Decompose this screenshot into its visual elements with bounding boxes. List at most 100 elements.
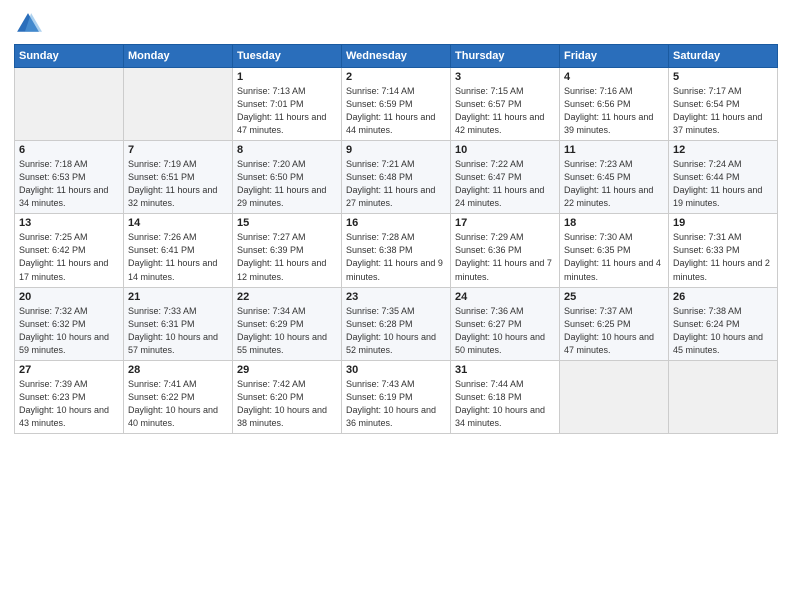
calendar-cell: 27 Sunrise: 7:39 AMSunset: 6:23 PMDayligh… xyxy=(15,360,124,433)
calendar-header-tuesday: Tuesday xyxy=(233,45,342,68)
calendar-header-monday: Monday xyxy=(124,45,233,68)
day-number: 6 xyxy=(19,144,119,156)
day-info: Sunrise: 7:27 AMSunset: 6:39 PMDaylight:… xyxy=(237,231,337,283)
calendar-cell: 2Sunrise: 7:14 AMSunset: 6:59 PMDaylight… xyxy=(342,68,451,141)
calendar-header-wednesday: Wednesday xyxy=(342,45,451,68)
calendar-cell: 24Sunrise: 7:36 AMSunset: 6:27 PMDayligh… xyxy=(451,287,560,360)
day-number: 10 xyxy=(455,144,555,156)
day-info: Sunrise: 7:23 AMSunset: 6:45 PMDaylight:… xyxy=(564,158,664,210)
day-number: 14 xyxy=(128,217,228,229)
calendar-cell: 23 Sunrise: 7:35 AMSunset: 6:28 PMDayligh… xyxy=(342,287,451,360)
logo-icon xyxy=(14,10,42,38)
day-info: Sunrise: 7:33 AMSunset: 6:31 PMDaylight:… xyxy=(128,305,228,357)
day-number: 26 xyxy=(673,291,773,303)
day-number: 16 xyxy=(346,217,446,229)
day-number: 2 xyxy=(346,71,446,83)
day-info: Sunrise: 7:35 AMSunset: 6:28 PMDaylight:… xyxy=(346,305,446,357)
day-number: 15 xyxy=(237,217,337,229)
day-number: 3 xyxy=(455,71,555,83)
day-info: Sunrise: 7:17 AMSunset: 6:54 PMDaylight:… xyxy=(673,85,773,137)
day-info: Sunrise: 7:41 AMSunset: 6:22 PMDaylight:… xyxy=(128,378,228,430)
day-number: 5 xyxy=(673,71,773,83)
day-info: Sunrise: 7:38 AMSunset: 6:24 PMDaylight:… xyxy=(673,305,773,357)
day-info: Sunrise: 7:28 AMSunset: 6:38 PMDaylight:… xyxy=(346,231,446,283)
calendar-cell: 25 Sunrise: 7:37 AMSunset: 6:25 PMDayligh… xyxy=(560,287,669,360)
calendar-cell: 10 Sunrise: 7:22 AMSunset: 6:47 PMDayligh… xyxy=(451,141,560,214)
day-number: 4 xyxy=(564,71,664,83)
day-number: 11 xyxy=(564,144,664,156)
day-info: Sunrise: 7:29 AMSunset: 6:36 PMDaylight:… xyxy=(455,231,555,283)
day-number: 27 xyxy=(19,364,119,376)
calendar-cell: 31 Sunrise: 7:44 AMSunset: 6:18 PMDayligh… xyxy=(451,360,560,433)
day-info: Sunrise: 7:22 AMSunset: 6:47 PMDaylight:… xyxy=(455,158,555,210)
calendar-cell: 6Sunrise: 7:18 AMSunset: 6:53 PMDaylight… xyxy=(15,141,124,214)
day-number: 25 xyxy=(564,291,664,303)
calendar-cell: 3Sunrise: 7:15 AMSunset: 6:57 PMDaylight… xyxy=(451,68,560,141)
calendar-cell: 26 Sunrise: 7:38 AMSunset: 6:24 PMDayligh… xyxy=(669,287,778,360)
day-number: 23 xyxy=(346,291,446,303)
calendar-cell: 5 Sunrise: 7:17 AMSunset: 6:54 PMDaylight… xyxy=(669,68,778,141)
calendar-week-row: 6Sunrise: 7:18 AMSunset: 6:53 PMDaylight… xyxy=(15,141,778,214)
calendar-cell: 12 Sunrise: 7:24 AMSunset: 6:44 PMDayligh… xyxy=(669,141,778,214)
page: SundayMondayTuesdayWednesdayThursdayFrid… xyxy=(0,0,792,612)
day-number: 22 xyxy=(237,291,337,303)
day-number: 17 xyxy=(455,217,555,229)
day-number: 9 xyxy=(346,144,446,156)
calendar-cell: 9 Sunrise: 7:21 AMSunset: 6:48 PMDaylight… xyxy=(342,141,451,214)
calendar-header-thursday: Thursday xyxy=(451,45,560,68)
calendar-cell: 22 Sunrise: 7:34 AMSunset: 6:29 PMDayligh… xyxy=(233,287,342,360)
calendar-cell xyxy=(560,360,669,433)
calendar-cell: 8Sunrise: 7:20 AMSunset: 6:50 PMDaylight… xyxy=(233,141,342,214)
day-number: 21 xyxy=(128,291,228,303)
calendar-cell: 4 Sunrise: 7:16 AMSunset: 6:56 PMDaylight… xyxy=(560,68,669,141)
day-info: Sunrise: 7:39 AMSunset: 6:23 PMDaylight:… xyxy=(19,378,119,430)
calendar-week-row: 1 Sunrise: 7:13 AMSunset: 7:01 PMDaylight… xyxy=(15,68,778,141)
calendar-header-row: SundayMondayTuesdayWednesdayThursdayFrid… xyxy=(15,45,778,68)
day-number: 12 xyxy=(673,144,773,156)
calendar-cell: 13Sunrise: 7:25 AMSunset: 6:42 PMDayligh… xyxy=(15,214,124,287)
day-number: 31 xyxy=(455,364,555,376)
calendar-header-friday: Friday xyxy=(560,45,669,68)
day-number: 29 xyxy=(237,364,337,376)
logo xyxy=(14,10,46,38)
day-number: 20 xyxy=(19,291,119,303)
day-number: 19 xyxy=(673,217,773,229)
day-number: 28 xyxy=(128,364,228,376)
calendar-week-row: 27 Sunrise: 7:39 AMSunset: 6:23 PMDayligh… xyxy=(15,360,778,433)
calendar-cell: 17 Sunrise: 7:29 AMSunset: 6:36 PMDayligh… xyxy=(451,214,560,287)
day-number: 7 xyxy=(128,144,228,156)
calendar-cell: 29 Sunrise: 7:42 AMSunset: 6:20 PMDayligh… xyxy=(233,360,342,433)
day-info: Sunrise: 7:44 AMSunset: 6:18 PMDaylight:… xyxy=(455,378,555,430)
day-info: Sunrise: 7:25 AMSunset: 6:42 PMDaylight:… xyxy=(19,231,119,283)
calendar-cell xyxy=(15,68,124,141)
day-info: Sunrise: 7:34 AMSunset: 6:29 PMDaylight:… xyxy=(237,305,337,357)
calendar-cell: 30Sunrise: 7:43 AMSunset: 6:19 PMDayligh… xyxy=(342,360,451,433)
calendar-cell: 15 Sunrise: 7:27 AMSunset: 6:39 PMDayligh… xyxy=(233,214,342,287)
day-info: Sunrise: 7:13 AMSunset: 7:01 PMDaylight:… xyxy=(237,85,337,137)
calendar-table: SundayMondayTuesdayWednesdayThursdayFrid… xyxy=(14,44,778,434)
day-info: Sunrise: 7:26 AMSunset: 6:41 PMDaylight:… xyxy=(128,231,228,283)
calendar-header-saturday: Saturday xyxy=(669,45,778,68)
calendar-cell: 11 Sunrise: 7:23 AMSunset: 6:45 PMDayligh… xyxy=(560,141,669,214)
calendar-cell: 28 Sunrise: 7:41 AMSunset: 6:22 PMDayligh… xyxy=(124,360,233,433)
calendar-cell: 14 Sunrise: 7:26 AMSunset: 6:41 PMDayligh… xyxy=(124,214,233,287)
calendar-cell: 1 Sunrise: 7:13 AMSunset: 7:01 PMDaylight… xyxy=(233,68,342,141)
day-info: Sunrise: 7:32 AMSunset: 6:32 PMDaylight:… xyxy=(19,305,119,357)
day-info: Sunrise: 7:31 AMSunset: 6:33 PMDaylight:… xyxy=(673,231,773,283)
day-number: 1 xyxy=(237,71,337,83)
day-info: Sunrise: 7:21 AMSunset: 6:48 PMDaylight:… xyxy=(346,158,446,210)
calendar-cell: 16 Sunrise: 7:28 AMSunset: 6:38 PMDayligh… xyxy=(342,214,451,287)
day-info: Sunrise: 7:16 AMSunset: 6:56 PMDaylight:… xyxy=(564,85,664,137)
calendar-cell: 18Sunrise: 7:30 AMSunset: 6:35 PMDayligh… xyxy=(560,214,669,287)
day-info: Sunrise: 7:43 AMSunset: 6:19 PMDaylight:… xyxy=(346,378,446,430)
day-info: Sunrise: 7:37 AMSunset: 6:25 PMDaylight:… xyxy=(564,305,664,357)
calendar-week-row: 20 Sunrise: 7:32 AMSunset: 6:32 PMDayligh… xyxy=(15,287,778,360)
calendar-cell: 19 Sunrise: 7:31 AMSunset: 6:33 PMDayligh… xyxy=(669,214,778,287)
day-number: 8 xyxy=(237,144,337,156)
calendar-cell: 21 Sunrise: 7:33 AMSunset: 6:31 PMDayligh… xyxy=(124,287,233,360)
day-info: Sunrise: 7:19 AMSunset: 6:51 PMDaylight:… xyxy=(128,158,228,210)
calendar-cell xyxy=(124,68,233,141)
day-info: Sunrise: 7:30 AMSunset: 6:35 PMDaylight:… xyxy=(564,231,664,283)
day-info: Sunrise: 7:42 AMSunset: 6:20 PMDaylight:… xyxy=(237,378,337,430)
day-info: Sunrise: 7:24 AMSunset: 6:44 PMDaylight:… xyxy=(673,158,773,210)
